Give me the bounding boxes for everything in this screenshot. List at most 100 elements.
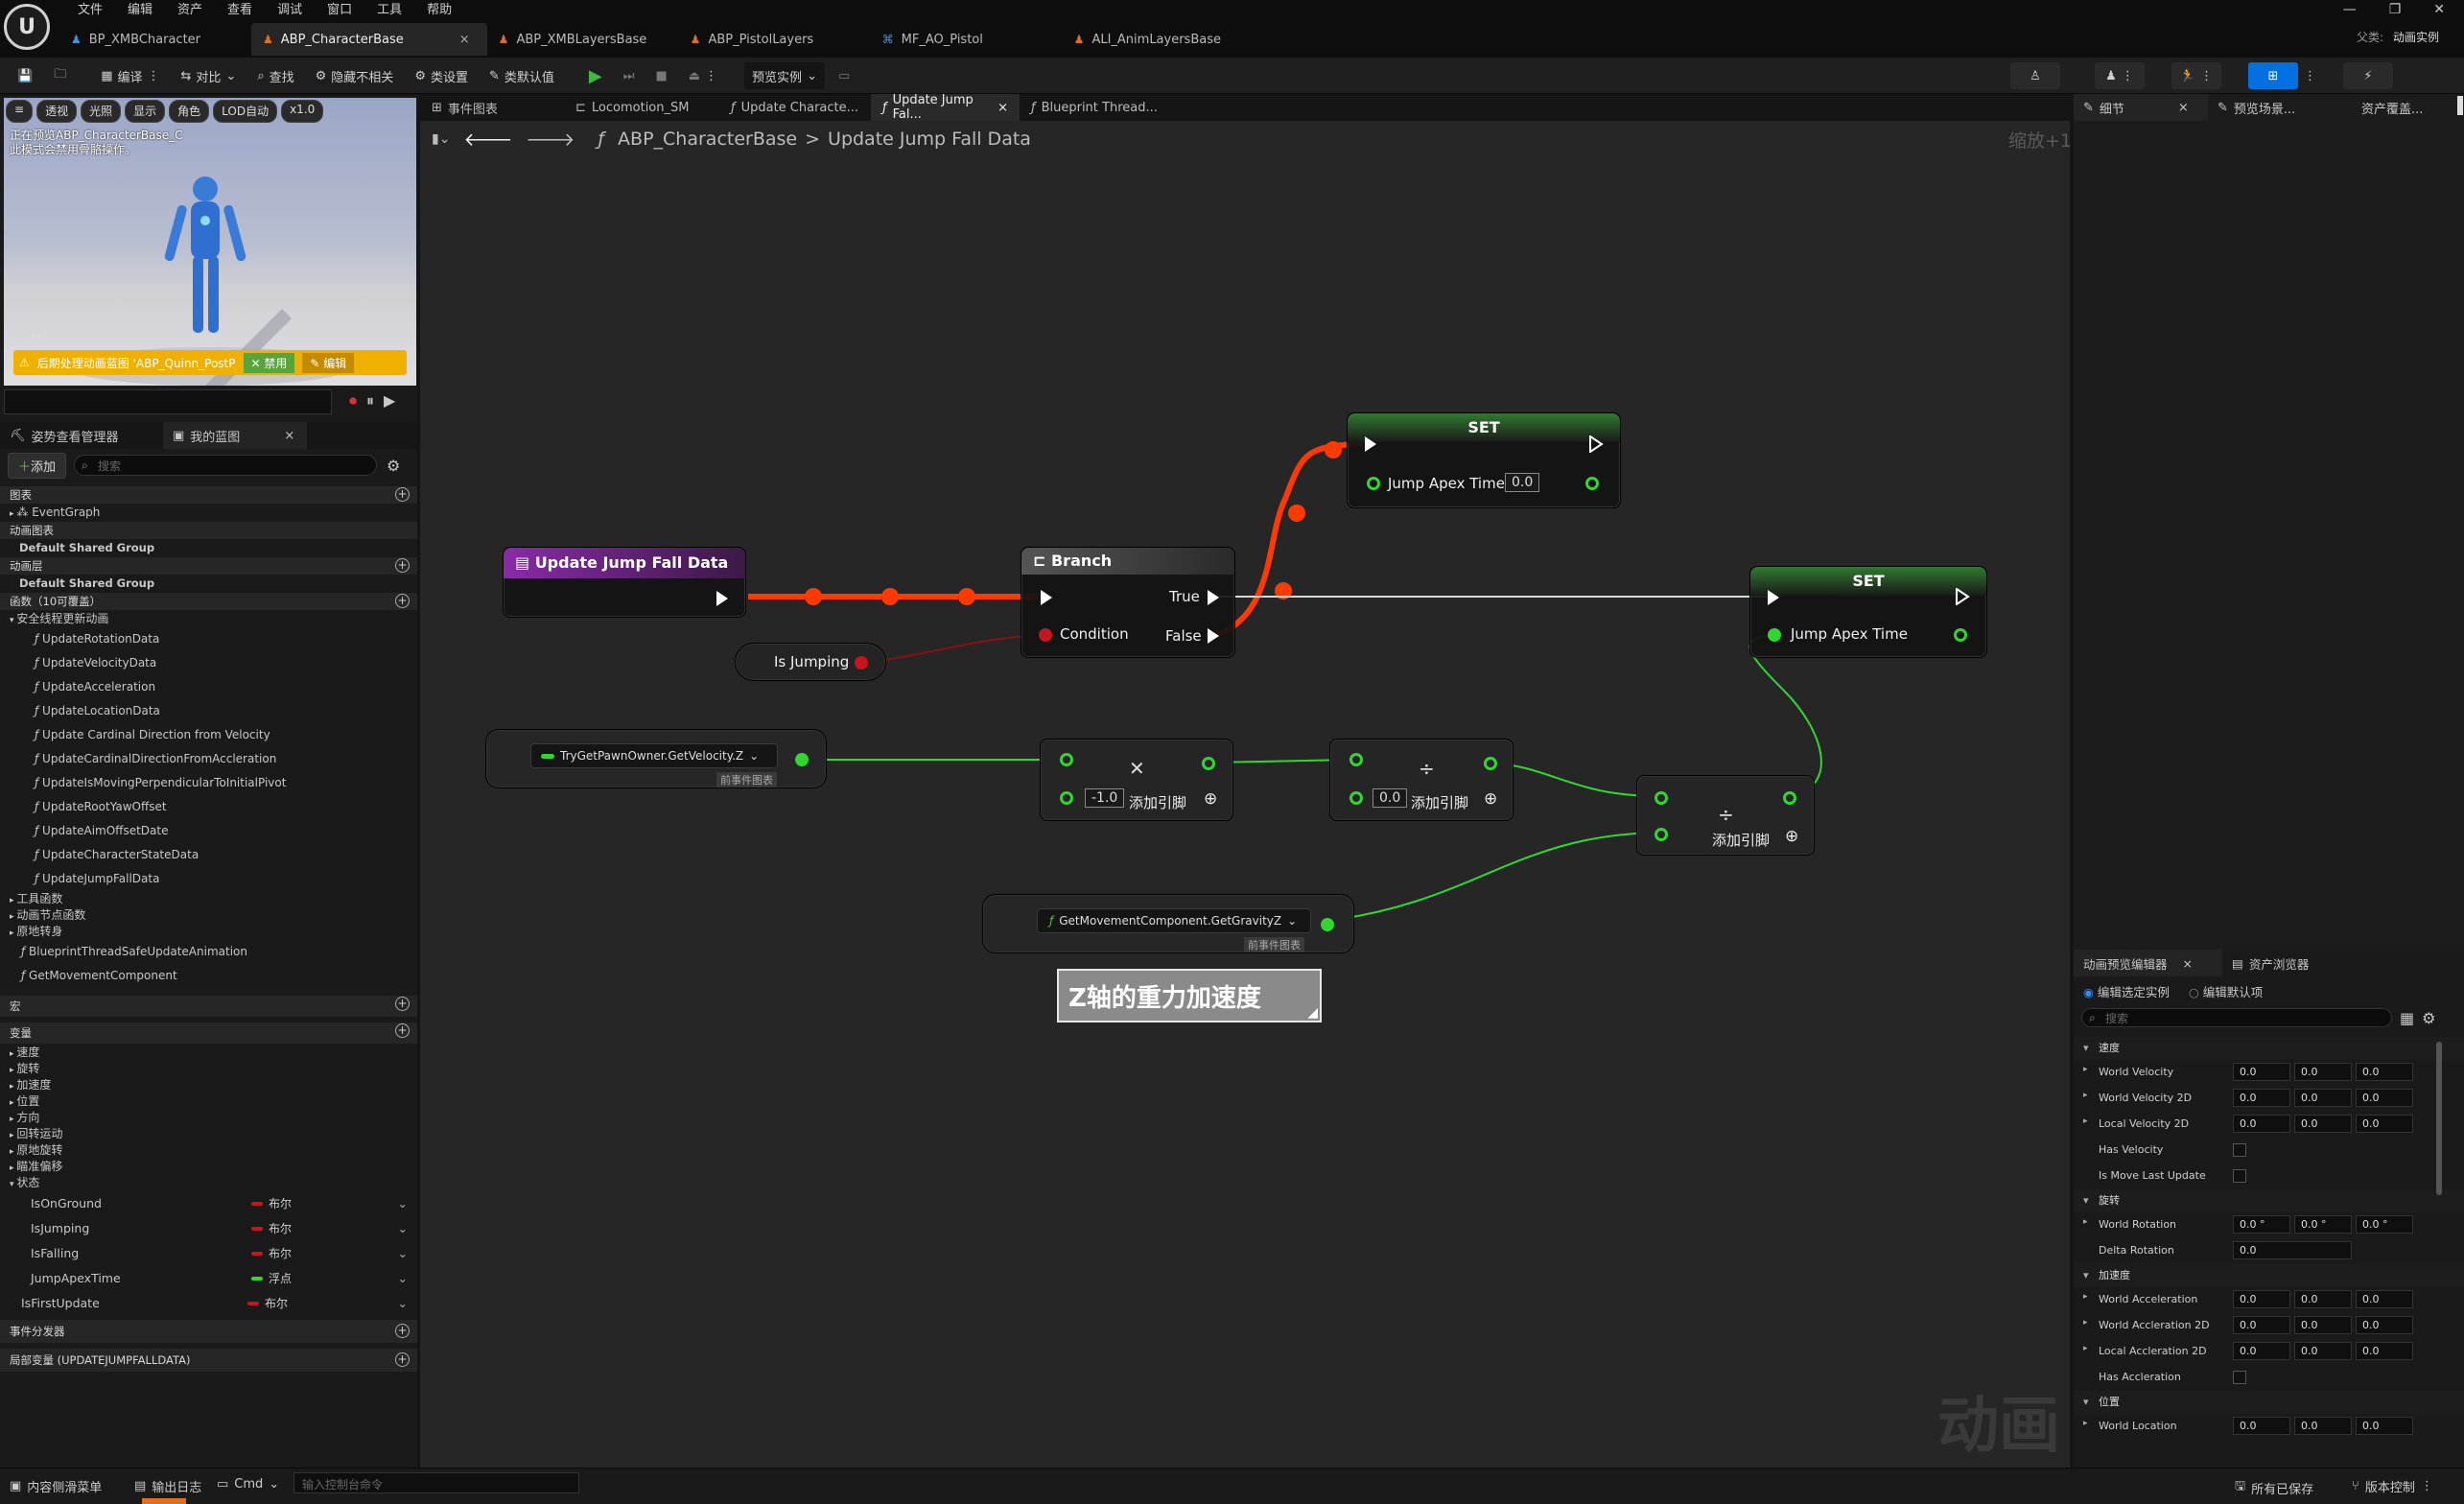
output-log-button[interactable]: ▤ 输出日志	[134, 1477, 201, 1495]
add-graph-icon[interactable]: +	[395, 487, 410, 502]
character-button[interactable]: 角色	[169, 100, 210, 123]
divide-value-input[interactable]: 0.0	[1373, 788, 1408, 808]
add-pin-icon[interactable]: ⊕	[1484, 789, 1497, 809]
disable-button[interactable]: ✕ 禁用	[243, 352, 295, 373]
close-icon[interactable]: ×	[284, 429, 294, 443]
save-all-status[interactable]: 🖫 所有已保存	[2235, 1477, 2313, 1498]
timeline-scrubber[interactable]	[4, 389, 332, 414]
prop-y[interactable]: 0.0	[2294, 1115, 2352, 1133]
prop-x[interactable]: 0.0	[2233, 1115, 2290, 1133]
play-button[interactable]: ▶	[581, 62, 610, 89]
menu-debug[interactable]: 调试	[265, 0, 315, 21]
function-item[interactable]: ƒ Update Cardinal Direction from Velocit…	[0, 723, 417, 747]
diff-button[interactable]: ⇆ 对比 ⌄	[174, 62, 245, 89]
tab-update-jump-fall[interactable]: ƒ Update Jump Fal... ×	[871, 93, 1020, 122]
expand-icon[interactable]: ▸	[2083, 1292, 2088, 1302]
float-output-pin[interactable]	[795, 753, 809, 766]
tree-category-thread-safe[interactable]: ▾ 安全线程更新动画	[0, 611, 417, 627]
more-icon[interactable]: ⋮	[705, 69, 717, 83]
expand-icon[interactable]: ▸	[2083, 1318, 2088, 1328]
tab-abp-xmblayersbase[interactable]: ♟ ABP_XMBLayersBase	[487, 23, 679, 56]
float-input-pin[interactable]	[1349, 791, 1363, 805]
function-item[interactable]: ƒ UpdateVelocityData	[0, 651, 417, 675]
variable-row[interactable]: IsFalling 布尔 ⌄	[0, 1241, 417, 1266]
add-pin-label[interactable]: 添加引脚	[1712, 830, 1770, 850]
add-layer-icon[interactable]: +	[395, 558, 410, 573]
tree-category-turn-in-place[interactable]: ▸ 原地转身	[0, 924, 417, 940]
browse-button[interactable]: 🗀	[46, 62, 74, 89]
tab-abp-pistollayers[interactable]: ♟ ABP_PistolLayers	[679, 23, 871, 56]
gear-icon[interactable]: ⚙	[387, 457, 400, 475]
debug-filter-button[interactable]: ▭	[831, 62, 857, 89]
record-icon[interactable]: ⏺	[349, 391, 357, 411]
variable-type[interactable]: 布尔	[265, 1291, 288, 1316]
close-icon[interactable]: ×	[2178, 101, 2189, 115]
prop-y[interactable]: 0.0	[2294, 1089, 2352, 1107]
tree-item-get-movement[interactable]: ƒ GetMovementComponent	[0, 964, 417, 988]
category-location[interactable]: 位置	[2074, 1391, 2464, 1414]
tab-ali-animlayersbase[interactable]: ♟ ALI_AnimLayersBase	[1063, 23, 1255, 56]
float-output-pin[interactable]	[1321, 918, 1334, 931]
section-macros[interactable]: 宏 +	[0, 996, 417, 1017]
prop-z[interactable]: 0.0	[2356, 1316, 2413, 1334]
tree-category-tool-funcs[interactable]: ▸ 工具函数	[0, 891, 417, 907]
float-output-pin[interactable]	[1484, 757, 1497, 770]
expand-icon[interactable]: ▸	[2083, 1419, 2088, 1428]
preview-instance-dropdown[interactable]: 预览实例 ⌄	[744, 62, 825, 89]
tab-locomotion-sm[interactable]: ⊏ Locomotion_SM	[564, 94, 719, 121]
exec-input-pin[interactable]	[1041, 590, 1052, 605]
function-item[interactable]: ƒ UpdateLocationData	[0, 699, 417, 723]
section-anim-graphs[interactable]: 动画图表	[0, 522, 417, 539]
property-path-dropdown[interactable]: TryGetPawnOwner.GetVelocity.Z ⌄	[530, 743, 778, 768]
tree-item-default-group[interactable]: Default Shared Group	[0, 540, 417, 556]
section-variables[interactable]: 变量 +	[0, 1022, 417, 1044]
chevron-down-icon[interactable]: ⌄	[398, 1216, 408, 1241]
tab-mf-ao-pistol[interactable]: ⌘ MF_AO_Pistol	[871, 23, 1063, 56]
expand-icon[interactable]: ▸	[2083, 1091, 2088, 1100]
add-variable-icon[interactable]: +	[395, 1023, 410, 1038]
section-functions[interactable]: 函数（10可覆盖） +	[0, 593, 417, 610]
radio-edit-instance[interactable]: ◉ 编辑选定实例	[2083, 982, 2170, 1000]
exec-output-pin[interactable]	[1589, 435, 1604, 453]
node-multiply[interactable]: -1.0 ✕ 添加引脚 ⊕	[1040, 739, 1233, 821]
prop-x[interactable]: 0.0	[2233, 1316, 2290, 1334]
tab-details[interactable]: ✎ 细节 ×	[2074, 94, 2208, 121]
variable-type[interactable]: 布尔	[269, 1191, 292, 1216]
variable-category[interactable]: ▸ 速度	[0, 1045, 417, 1061]
prop-z[interactable]: 0.0	[2356, 1290, 2413, 1308]
prop-z[interactable]: 0.0	[2356, 1089, 2413, 1107]
variable-category[interactable]: ▸ 方向	[0, 1110, 417, 1126]
jump-apex-value-input[interactable]: 0.0	[1505, 473, 1540, 492]
tab-my-blueprint[interactable]: ▣ 我的蓝图 ×	[163, 422, 307, 449]
add-pin-label[interactable]: 添加引脚	[1411, 792, 1468, 812]
node-divide-2[interactable]: ÷ 添加引脚 ⊕	[1636, 775, 1815, 856]
cmd-dropdown[interactable]: ▭ Cmd ⌄	[217, 1477, 279, 1492]
prop-y[interactable]: 0.0	[2294, 1342, 2352, 1360]
add-local-icon[interactable]: +	[395, 1352, 410, 1367]
menu-window[interactable]: 窗口	[315, 0, 364, 21]
back-arrow-icon[interactable]: 🡐	[463, 129, 512, 151]
class-defaults-button[interactable]: ✎ 类默认值	[481, 62, 562, 89]
exec-output-pin[interactable]	[1956, 588, 1971, 605]
pause-icon[interactable]: ⏸	[366, 391, 374, 411]
minimize-icon[interactable]: —	[2343, 2, 2357, 17]
float-input-pin[interactable]	[1367, 477, 1380, 490]
parent-class-value[interactable]: 动画实例	[2393, 31, 2439, 44]
close-icon[interactable]: ×	[997, 101, 1008, 115]
close-icon[interactable]: ×	[2183, 956, 2193, 971]
menu-tools[interactable]: 工具	[364, 0, 414, 21]
node-branch[interactable]: ⊏ Branch True Condition False	[1021, 547, 1235, 658]
section-locals[interactable]: 局部变量 (UPDATEJUMPFALLDATA) +	[0, 1349, 417, 1372]
node-set-jump-apex-1[interactable]: SET Jump Apex Time 0.0	[1347, 412, 1621, 508]
variable-category[interactable]: ▸ 旋转	[0, 1061, 417, 1077]
chevron-down-icon[interactable]: ⋮	[148, 69, 160, 83]
content-drawer-button[interactable]: ▣ 内容侧滑菜单	[10, 1477, 102, 1495]
exec-input-pin[interactable]	[1365, 436, 1376, 452]
function-item[interactable]: ƒ UpdateJumpFallData	[0, 867, 417, 891]
variable-category[interactable]: ▸ 原地旋转	[0, 1142, 417, 1159]
tab-blueprint-thread[interactable]: ƒ Blueprint Thread...	[1020, 94, 1173, 121]
prop-y[interactable]: 0.0	[2294, 1063, 2352, 1081]
forward-arrow-icon[interactable]: 🡒	[526, 129, 575, 151]
category-velocity[interactable]: 速度	[2074, 1037, 2464, 1060]
prop-x[interactable]: 0.0	[2233, 1089, 2290, 1107]
